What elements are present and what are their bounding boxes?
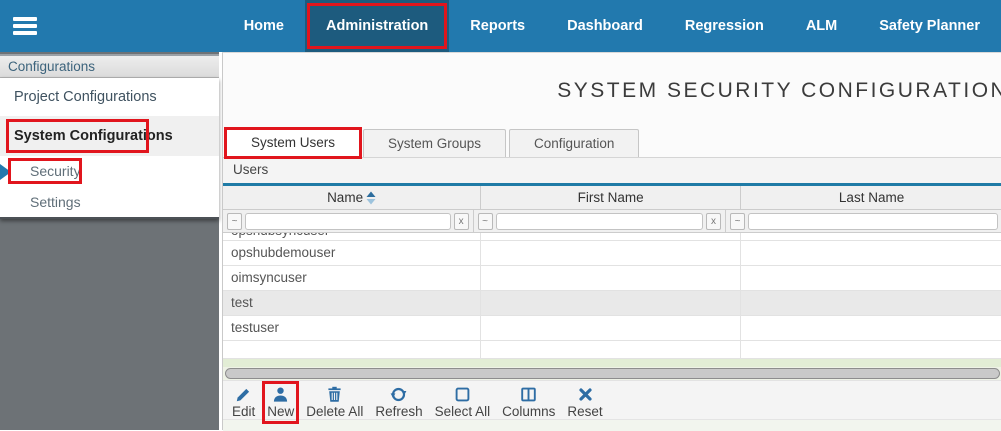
column-header-name-label: Name [327,190,363,205]
tab-system-groups[interactable]: System Groups [363,129,506,157]
nav-item-reports[interactable]: Reports [449,0,546,52]
user-icon [272,386,289,403]
columns-button[interactable]: Columns [500,385,557,420]
hamburger-menu-icon[interactable] [13,14,37,39]
table-row-selected[interactable]: test [223,291,1001,316]
cell-first-name [481,291,741,315]
reset-button-label: Reset [567,404,602,419]
cell-first-name [481,316,741,340]
page-title: SYSTEM SECURITY CONFIGURATIONS [557,79,1001,103]
cell-first-name [481,266,741,290]
cell-name: opshubsyncuser [231,233,480,240]
current-page-arrow-icon [0,164,11,180]
tab-bar: System Users System Groups Configuration [226,128,639,157]
horizontal-scrollbar-thumb[interactable] [225,368,1000,379]
nav-item-administration-label: Administration [326,18,428,34]
new-button-label: New [267,404,294,419]
tab-configuration[interactable]: Configuration [509,129,639,157]
edit-button[interactable]: Edit [230,385,257,420]
select-all-button[interactable]: Select All [433,385,493,420]
x-icon [577,386,594,403]
checkbox-icon [454,386,471,403]
summary-row [223,359,1001,367]
first-name-filter-clear-button[interactable]: x [706,213,721,230]
trash-icon [326,386,343,403]
tab-system-users[interactable]: System Users [226,128,360,157]
nav-item-home[interactable]: Home [223,0,305,52]
new-button[interactable]: New [265,385,296,420]
column-header-name[interactable]: Name [223,186,481,209]
refresh-icon [390,386,407,403]
cell-name: testuser [223,316,481,340]
cell-last-name [741,266,1001,290]
last-name-filter-operator-button[interactable]: ~ [730,213,745,230]
cell-last-name [741,241,1001,265]
column-header-last-name[interactable]: Last Name [741,186,1001,209]
column-header-first-name[interactable]: First Name [481,186,741,209]
select-all-button-label: Select All [435,404,491,419]
sidebar-menu: Project Configurations System Configurat… [0,78,219,219]
cell-first-name [481,241,741,265]
horizontal-scrollbar [223,367,1001,380]
reset-button[interactable]: Reset [565,385,604,420]
sidebar-item-security-label: Security [30,163,81,179]
table-row[interactable]: opshubdemouser [223,241,1001,266]
bottom-strip [223,419,1001,431]
cell-name: opshubdemouser [223,241,481,265]
cell-first-name [481,341,741,358]
table-row-empty[interactable] [223,341,1001,359]
sidebar-item-settings[interactable]: Settings [0,187,219,217]
nav-item-regression[interactable]: Regression [664,0,785,52]
table-row[interactable]: opshubsyncuser [223,233,1001,241]
sidebar: Configurations Project Configurations Sy… [0,52,219,430]
first-name-filter-operator-button[interactable]: ~ [478,213,493,230]
nav-item-administration[interactable]: Administration [305,0,449,52]
top-navbar: Home Administration Reports Dashboard Re… [0,0,1001,52]
delete-all-button[interactable]: Delete All [304,385,365,420]
table-filter-row: ~ x ~ x ~ [223,210,1001,233]
nav-item-alm[interactable]: ALM [785,0,858,52]
grid-toolbar: Edit New Delete All [223,380,1001,419]
columns-button-label: Columns [502,404,555,419]
refresh-button-label: Refresh [375,404,422,419]
edit-button-label: Edit [232,404,255,419]
sidebar-item-security[interactable]: Security [0,156,219,187]
nav-item-dashboard[interactable]: Dashboard [546,0,664,52]
cell-last-name [741,291,1001,315]
nav-items: Home Administration Reports Dashboard Re… [223,0,1001,52]
name-filter-input[interactable] [245,213,451,230]
cell-name: oimsyncuser [223,266,481,290]
cell-name: test [223,291,481,315]
cell-last-name [741,316,1001,340]
sidebar-item-project-configurations[interactable]: Project Configurations [0,78,219,116]
users-section-header: Users [223,158,1001,186]
nav-item-safety-planner[interactable]: Safety Planner [858,0,1001,52]
first-name-filter-input[interactable] [496,213,703,230]
columns-icon [520,386,537,403]
delete-all-button-label: Delete All [306,404,363,419]
cell-name [223,341,481,358]
tab-system-users-label: System Users [251,135,335,150]
table-row[interactable]: testuser [223,316,1001,341]
table-header-row: Name First Name Last Name [223,186,1001,210]
name-filter-operator-button[interactable]: ~ [227,213,242,230]
refresh-button[interactable]: Refresh [373,385,424,420]
last-name-filter-input[interactable] [748,213,998,230]
sidebar-header: Configurations [0,54,219,78]
sort-icon[interactable] [366,191,376,205]
main-panel: SYSTEM SECURITY CONFIGURATIONS System Us… [222,52,1001,430]
cell-last-name [741,341,1001,358]
pencil-icon [235,386,252,403]
sidebar-item-system-configurations-label: System Configurations [14,128,173,144]
table-row[interactable]: oimsyncuser [223,266,1001,291]
name-filter-clear-button[interactable]: x [454,213,469,230]
users-grid: Users Name First Name Last Name ~ x ~ [223,157,1001,367]
sidebar-item-system-configurations[interactable]: System Configurations [0,116,219,156]
